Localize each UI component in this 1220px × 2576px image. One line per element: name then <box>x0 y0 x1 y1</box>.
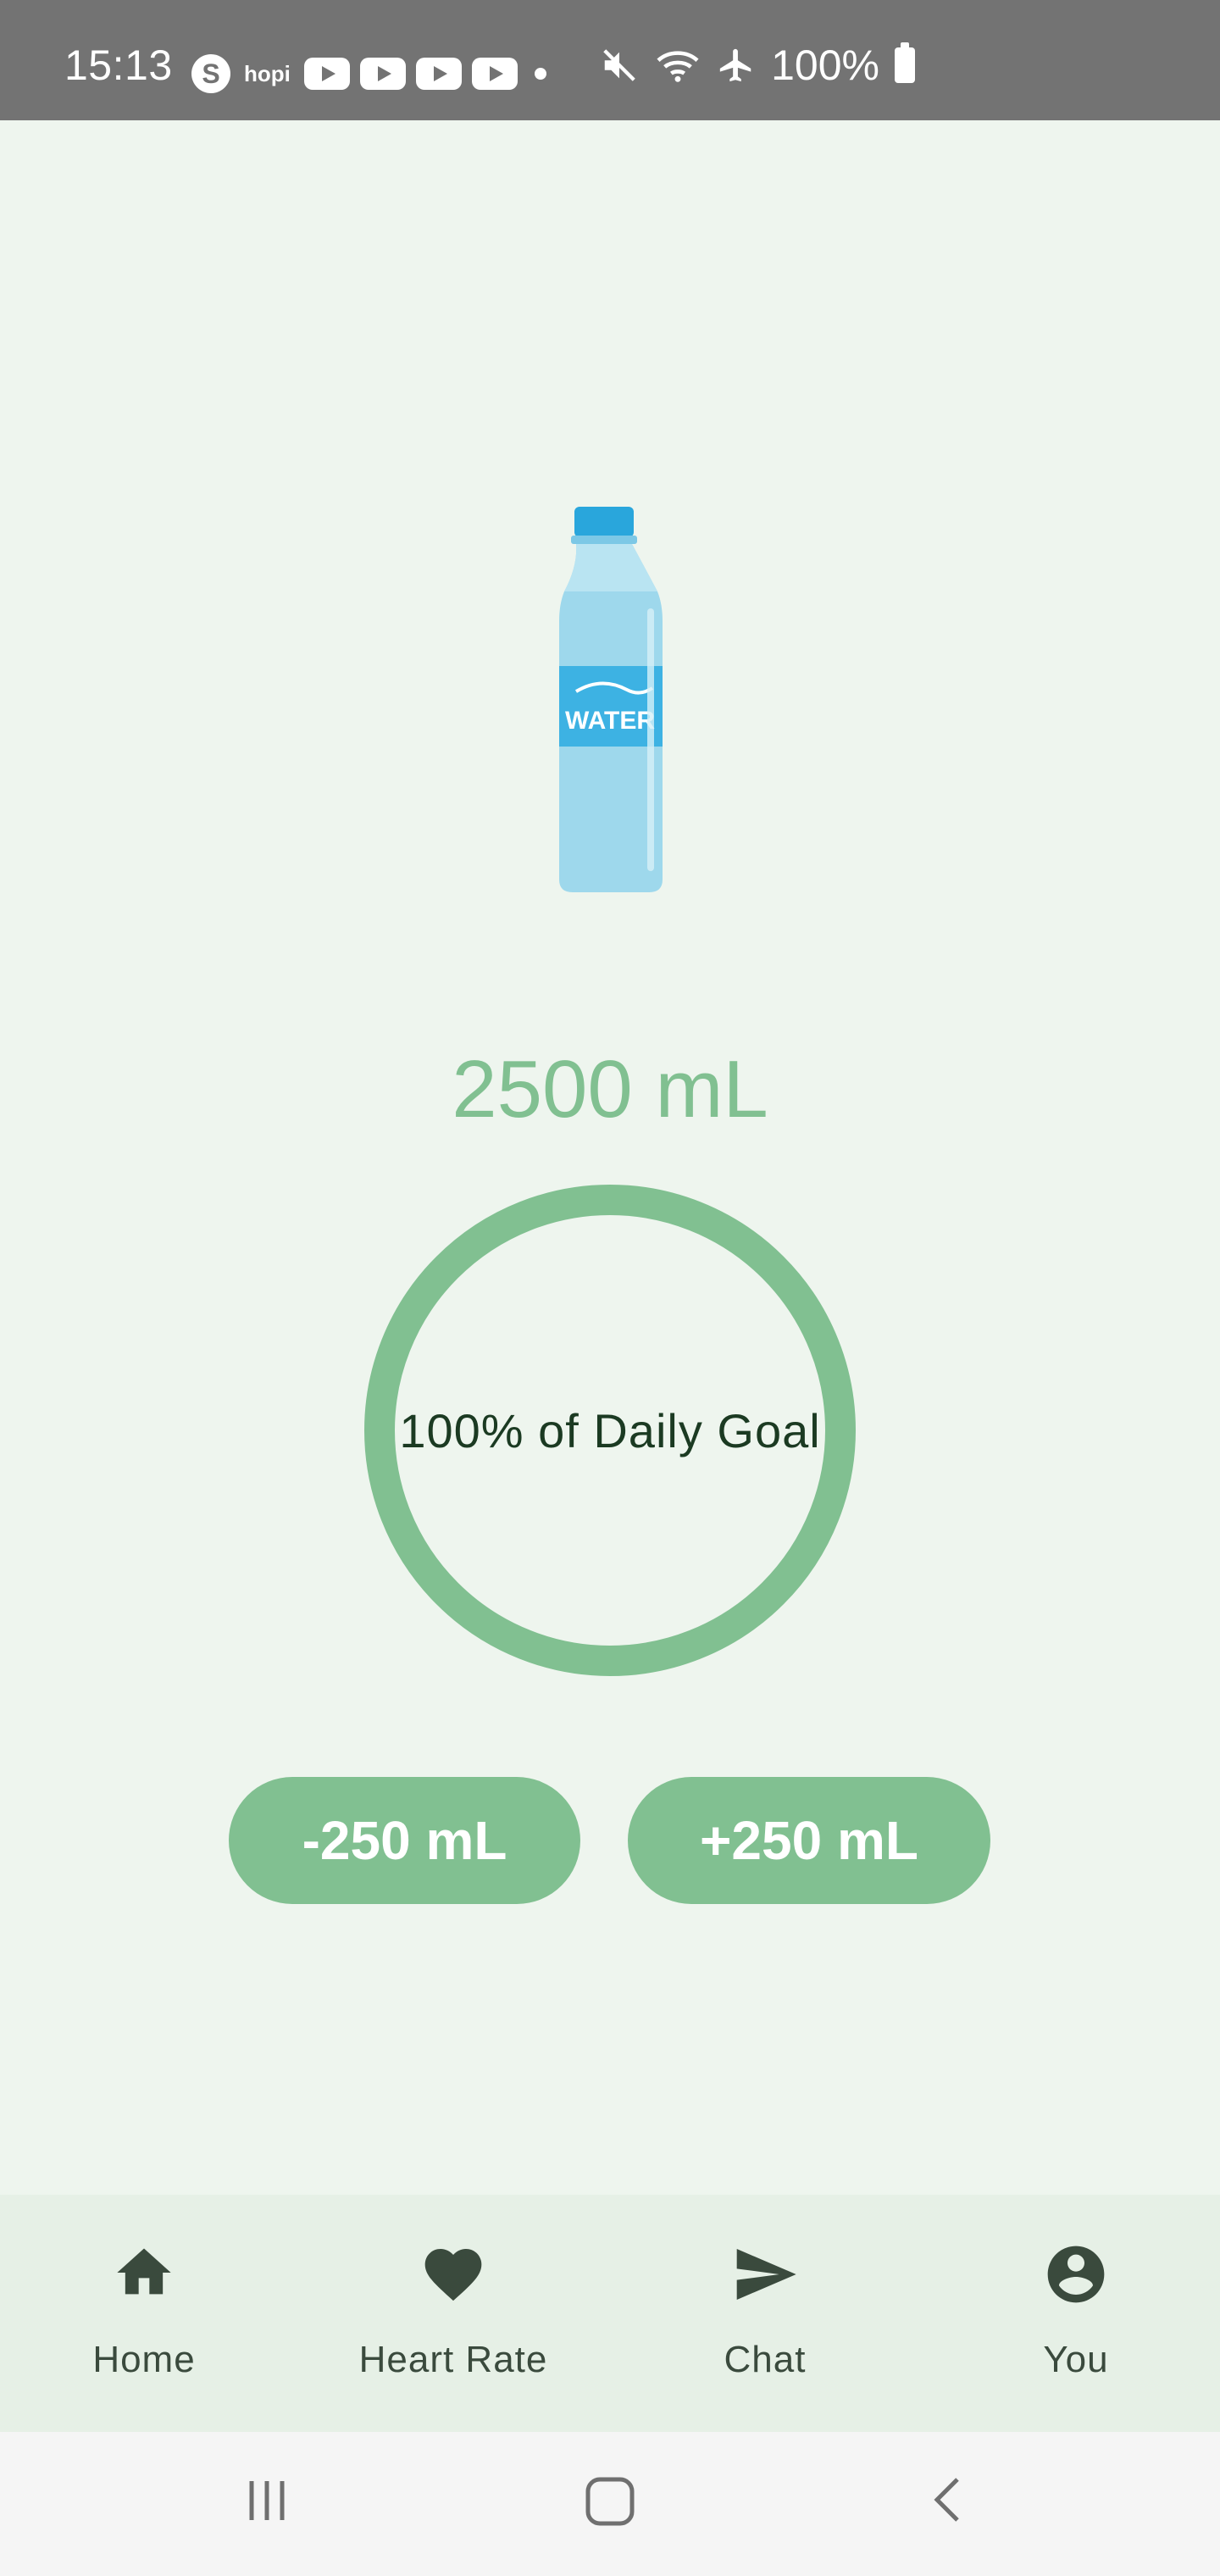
nav-item-heart-rate[interactable]: Heart Rate <box>339 2195 568 2432</box>
daily-goal-ring: 100% of Daily Goal <box>364 1185 856 1676</box>
nav-label-heart-rate: Heart Rate <box>358 2339 548 2380</box>
mute-icon <box>600 46 639 85</box>
status-bar: 15:13 S hopi 100% <box>0 0 1220 120</box>
water-bottle-icon: WATER <box>542 507 678 892</box>
send-icon <box>731 2240 799 2312</box>
youtube-icon <box>471 58 518 90</box>
nav-label-chat: Chat <box>724 2339 807 2380</box>
nav-item-chat[interactable]: Chat <box>654 2195 876 2432</box>
notification-icons: S hopi <box>191 53 546 95</box>
home-button-icon[interactable] <box>583 2474 637 2533</box>
nav-item-home[interactable]: Home <box>34 2195 254 2432</box>
battery-text: 100% <box>771 42 879 89</box>
youtube-icon <box>303 58 350 90</box>
decrease-water-button[interactable]: -250 mL <box>229 1777 580 1904</box>
youtube-icon <box>359 58 406 90</box>
heart-icon <box>419 2240 487 2312</box>
airplane-icon <box>717 46 756 85</box>
dot-icon <box>534 68 546 80</box>
nav-label-you: You <box>1043 2339 1109 2380</box>
nav-label-home: Home <box>92 2339 196 2380</box>
account-circle-icon <box>1042 2240 1110 2312</box>
system-status: 100% <box>600 42 915 89</box>
water-amount: 2500 mL <box>452 1044 768 1135</box>
skype-icon: S <box>191 54 230 93</box>
nav-item-you[interactable]: You <box>966 2195 1186 2432</box>
bottle-label: WATER <box>565 707 655 735</box>
status-time: 15:13 <box>64 42 173 89</box>
increase-water-button[interactable]: +250 mL <box>628 1777 990 1904</box>
recents-icon[interactable] <box>241 2474 292 2529</box>
youtube-icon <box>415 58 462 90</box>
battery-icon <box>895 42 915 83</box>
back-icon[interactable] <box>923 2474 974 2529</box>
hopi-icon: hopi <box>244 60 291 86</box>
home-icon <box>112 2240 176 2309</box>
system-navigation-bar <box>0 2432 1220 2576</box>
daily-goal-text: 100% of Daily Goal <box>399 1403 821 1457</box>
wifi-icon <box>654 46 702 85</box>
bottom-navigation: Home Heart Rate Chat You <box>0 2195 1220 2432</box>
